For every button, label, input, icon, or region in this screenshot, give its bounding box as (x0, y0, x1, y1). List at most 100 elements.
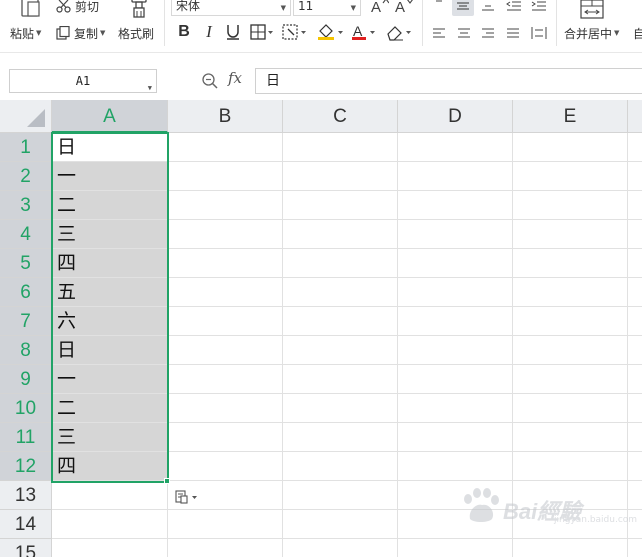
cell-e10[interactable] (513, 394, 628, 423)
increase-indent-icon[interactable] (529, 0, 549, 16)
name-box[interactable]: A1 ▼ (9, 69, 157, 93)
decrease-indent-icon[interactable] (504, 0, 524, 16)
row-header-9[interactable]: 9 (0, 365, 52, 394)
row-header-1[interactable]: 1 (0, 133, 52, 162)
cell-f15[interactable] (628, 539, 642, 557)
decrease-font-icon[interactable]: A (394, 0, 414, 16)
cell-f8[interactable] (628, 336, 642, 365)
cell-c10[interactable] (283, 394, 398, 423)
row-header-13[interactable]: 13 (0, 481, 52, 510)
cell-e5[interactable] (513, 249, 628, 278)
format-painter-button[interactable]: 格式刷 (118, 25, 154, 41)
cell-a2[interactable]: 一 (52, 162, 168, 191)
cell-a4[interactable]: 三 (52, 220, 168, 249)
cell-f9[interactable] (628, 365, 642, 394)
cell-b6[interactable] (168, 278, 283, 307)
cell-f5[interactable] (628, 249, 642, 278)
cell-c15[interactable] (283, 539, 398, 557)
cell-b3[interactable] (168, 191, 283, 220)
font-name-select[interactable]: 宋体 ▼ (171, 0, 291, 16)
cell-e6[interactable] (513, 278, 628, 307)
autofill-options-button[interactable] (172, 486, 202, 508)
cell-a10[interactable]: 二 (52, 394, 168, 423)
format-painter-icon[interactable] (122, 0, 156, 20)
cell-d2[interactable] (398, 162, 513, 191)
cell-a12[interactable]: 四 (52, 452, 168, 481)
fx-icon[interactable]: fx (228, 69, 242, 87)
align-top-icon[interactable] (430, 0, 448, 12)
cell-b5[interactable] (168, 249, 283, 278)
cell-a3[interactable]: 二 (52, 191, 168, 220)
row-header-7[interactable]: 7 (0, 307, 52, 336)
align-middle-icon[interactable] (452, 0, 474, 16)
cell-a5[interactable]: 四 (52, 249, 168, 278)
bold-icon[interactable]: B (174, 22, 194, 42)
row-header-10[interactable]: 10 (0, 394, 52, 423)
font-color-icon[interactable]: A (350, 22, 380, 42)
cell-c5[interactable] (283, 249, 398, 278)
row-header-11[interactable]: 11 (0, 423, 52, 452)
cell-b14[interactable] (168, 510, 283, 539)
cell-c2[interactable] (283, 162, 398, 191)
column-header-c[interactable]: C (283, 100, 398, 133)
cell-c7[interactable] (283, 307, 398, 336)
border-icon[interactable] (249, 22, 275, 42)
cell-d15[interactable] (398, 539, 513, 557)
align-left-icon[interactable] (430, 24, 448, 42)
italic-icon[interactable]: I (199, 22, 219, 42)
cell-d10[interactable] (398, 394, 513, 423)
row-header-12[interactable]: 12 (0, 452, 52, 481)
cell-a1[interactable]: 日 (52, 133, 168, 162)
cell-c9[interactable] (283, 365, 398, 394)
copy-button[interactable]: 复制 ▼ (56, 25, 105, 41)
cell-b1[interactable] (168, 133, 283, 162)
merge-center-button[interactable]: 合并居中 ▼ (564, 25, 619, 41)
cell-c11[interactable] (283, 423, 398, 452)
cell-d7[interactable] (398, 307, 513, 336)
cell-d8[interactable] (398, 336, 513, 365)
cell-e8[interactable] (513, 336, 628, 365)
column-header-e[interactable]: E (513, 100, 628, 133)
justify-icon[interactable] (504, 24, 522, 42)
row-header-5[interactable]: 5 (0, 249, 52, 278)
increase-font-icon[interactable]: A (370, 0, 390, 16)
cell-f6[interactable] (628, 278, 642, 307)
cell-f12[interactable] (628, 452, 642, 481)
cell-a9[interactable]: 一 (52, 365, 168, 394)
underline-icon[interactable] (223, 22, 243, 42)
cell-d1[interactable] (398, 133, 513, 162)
cell-e15[interactable] (513, 539, 628, 557)
cell-a7[interactable]: 六 (52, 307, 168, 336)
align-right-icon[interactable] (479, 24, 497, 42)
cell-b11[interactable] (168, 423, 283, 452)
cut-button[interactable]: 剪切 (56, 0, 99, 14)
formula-input[interactable]: 日 (255, 68, 642, 94)
cell-f13[interactable] (628, 481, 642, 510)
cell-b10[interactable] (168, 394, 283, 423)
row-header-8[interactable]: 8 (0, 336, 52, 365)
cell-d9[interactable] (398, 365, 513, 394)
cell-e4[interactable] (513, 220, 628, 249)
fill-color-icon[interactable] (316, 22, 346, 42)
row-header-15[interactable]: 15 (0, 539, 52, 557)
cell-f4[interactable] (628, 220, 642, 249)
cell-d5[interactable] (398, 249, 513, 278)
cell-e9[interactable] (513, 365, 628, 394)
cell-c3[interactable] (283, 191, 398, 220)
cell-c1[interactable] (283, 133, 398, 162)
cell-d11[interactable] (398, 423, 513, 452)
cell-d12[interactable] (398, 452, 513, 481)
cell-e11[interactable] (513, 423, 628, 452)
row-header-2[interactable]: 2 (0, 162, 52, 191)
column-header-partial[interactable] (628, 100, 642, 133)
cell-f2[interactable] (628, 162, 642, 191)
fill-handle[interactable] (164, 478, 170, 484)
cell-d6[interactable] (398, 278, 513, 307)
column-header-b[interactable]: B (168, 100, 283, 133)
row-header-3[interactable]: 3 (0, 191, 52, 220)
cell-a14[interactable] (52, 510, 168, 539)
wrap-text-button[interactable]: 自 (633, 25, 642, 41)
cell-a8[interactable]: 日 (52, 336, 168, 365)
merge-cells-icon[interactable] (578, 0, 606, 20)
cell-b12[interactable] (168, 452, 283, 481)
